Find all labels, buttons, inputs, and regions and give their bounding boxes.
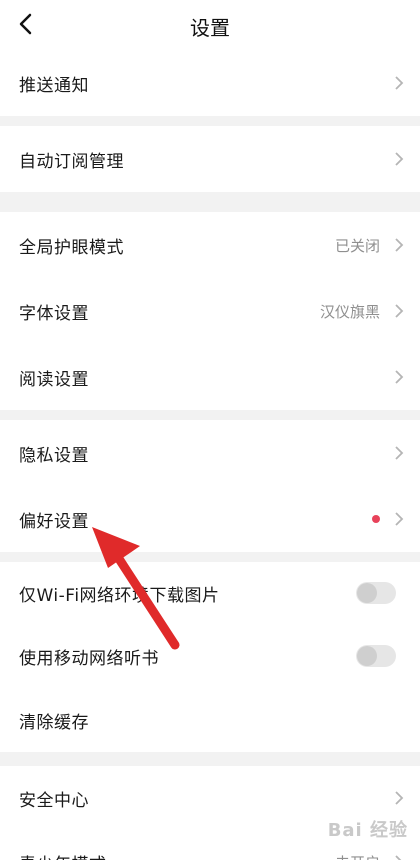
row-label: 清除缓存 [19,712,89,733]
chevron-right-icon [388,787,410,809]
watermark-logo: Bai 经验 [327,820,408,841]
row-label: 推送通知 [19,75,89,96]
chevron-right-icon [388,442,410,464]
row-wifi-only-images: 仅Wi-Fi网络环境下载图片 [0,562,420,624]
chevron-right-icon [388,300,410,322]
row-eye-protection[interactable]: 全局护眼模式 已关闭 [0,212,420,278]
red-dot-badge [372,515,380,523]
mobile-audiobook-toggle[interactable] [356,645,396,667]
section-subscription: 自动订阅管理 [0,126,420,192]
section-notifications: 推送通知 [0,50,420,116]
row-preference-settings[interactable]: 偏好设置 [0,486,420,552]
row-label: 字体设置 [19,303,89,324]
toggle-knob [357,583,377,603]
page-title: 设置 [190,16,230,40]
section-divider [0,752,420,766]
row-label: 阅读设置 [19,369,89,390]
wifi-only-images-toggle[interactable] [356,582,396,604]
row-reading-settings[interactable]: 阅读设置 [0,344,420,410]
row-privacy-settings[interactable]: 隐私设置 [0,420,420,486]
row-label: 自动订阅管理 [19,151,124,172]
toggle-knob [357,646,377,666]
row-label: 隐私设置 [19,445,89,466]
row-value: 汉仪旗黑 [319,302,380,321]
section-divider [0,552,420,562]
chevron-right-icon [388,72,410,94]
row-push-notifications[interactable]: 推送通知 [0,50,420,116]
row-value: 已关闭 [334,236,380,255]
header-bar: 设置 [0,0,420,50]
section-network: 仅Wi-Fi网络环境下载图片 使用移动网络听书 清除缓存 [0,562,420,752]
row-label: 使用移动网络听书 [19,648,159,669]
section-divider [0,410,420,420]
row-label: 偏好设置 [19,511,89,532]
row-font-settings[interactable]: 字体设置 汉仪旗黑 [0,278,420,344]
row-mobile-audiobook: 使用移动网络听书 [0,624,420,688]
row-label: 青少年模式 [19,850,335,860]
row-value: 未开启 [335,852,380,860]
chevron-right-icon [388,234,410,256]
row-auto-subscribe[interactable]: 自动订阅管理 [0,126,420,192]
chevron-right-icon [388,366,410,388]
section-display: 全局护眼模式 已关闭 字体设置 汉仪旗黑 阅读设置 [0,212,420,410]
chevron-right-icon [388,851,410,860]
section-security: 安全中心 青少年模式 未开启 [0,766,420,860]
chevron-right-icon [388,508,410,530]
section-privacy: 隐私设置 偏好设置 [0,420,420,552]
row-label: 仅Wi-Fi网络环境下载图片 [19,585,220,606]
row-label: 安全中心 [19,790,89,811]
row-label: 全局护眼模式 [19,237,124,258]
chevron-right-icon [388,148,410,170]
section-divider [0,192,420,212]
row-clear-cache[interactable]: 清除缓存 [0,688,420,752]
section-divider [0,116,420,126]
